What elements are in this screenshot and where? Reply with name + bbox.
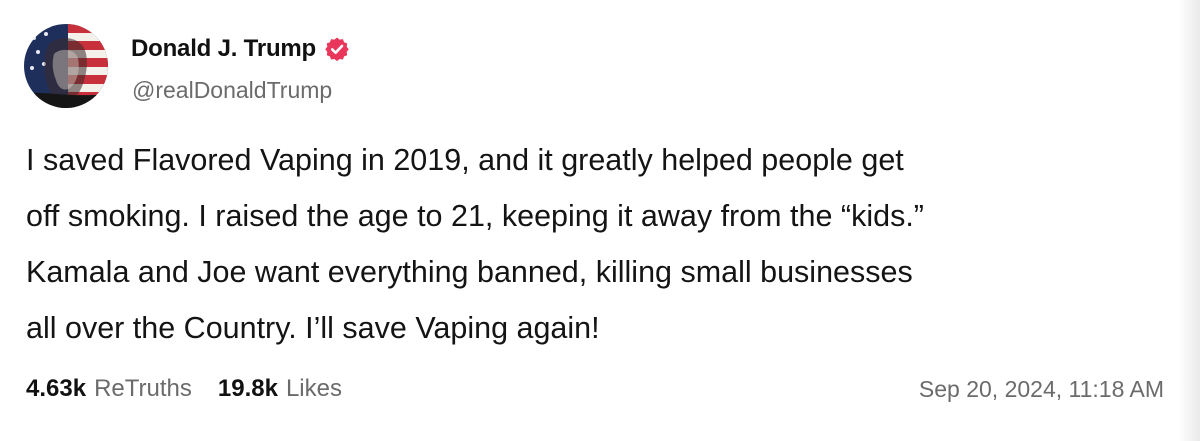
post-stats: 4.63k ReTruths 19.8k Likes [26, 375, 342, 403]
retruths-count: 4.63k [26, 375, 87, 402]
post-footer: 4.63k ReTruths 19.8k Likes Sep 20, 2024,… [26, 373, 1164, 405]
likes-label: Likes [285, 375, 342, 402]
author-display-name[interactable]: Donald J. Trump [131, 35, 316, 63]
post-body-line: I saved Flavored Vaping in 2019, and it … [26, 143, 904, 177]
avatar-image [24, 24, 108, 108]
post-body-line: Kamala and Joe want everything banned, k… [26, 255, 913, 289]
likes-count: 19.8k [217, 375, 278, 402]
post-body-line: off smoking. I raised the age to 21, kee… [26, 199, 924, 233]
retruths-label: ReTruths [94, 375, 192, 402]
likes-stat[interactable]: 19.8k Likes [218, 375, 342, 403]
author-name-row: Donald J. Trump [131, 32, 350, 66]
author-handle[interactable]: @realDonaldTrump [132, 77, 332, 104]
verified-badge-icon [324, 36, 350, 62]
retruths-stat[interactable]: 4.63k ReTruths [26, 375, 192, 403]
post-body-line: all over the Country. I’ll save Vaping a… [26, 311, 600, 345]
post-card: Donald J. Trump @realDonaldTrump I saved… [0, 0, 1200, 441]
avatar[interactable] [24, 24, 108, 108]
post-body: I saved Flavored Vaping in 2019, and it … [26, 132, 1166, 356]
post-timestamp[interactable]: Sep 20, 2024, 11:18 AM [919, 376, 1164, 403]
